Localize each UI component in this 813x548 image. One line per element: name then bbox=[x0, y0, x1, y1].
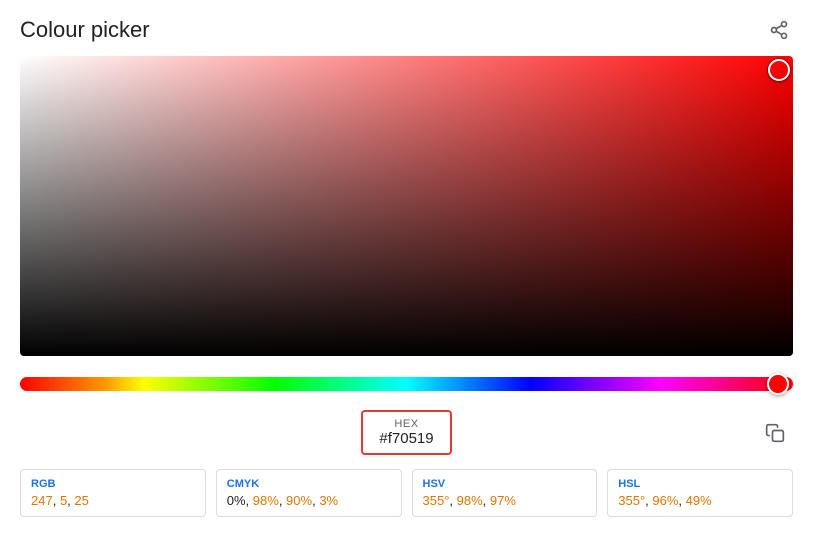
copy-button[interactable] bbox=[757, 415, 793, 451]
hex-section: HEX #f70519 bbox=[20, 410, 793, 455]
value-label-rgb: RGB bbox=[31, 478, 195, 490]
hex-value: #f70519 bbox=[379, 430, 433, 447]
value-box-cmyk: CMYK 0%, 98%, 90%, 3% bbox=[216, 469, 402, 517]
page-title: Colour picker bbox=[20, 17, 150, 43]
color-canvas[interactable] bbox=[20, 56, 793, 356]
header: Colour picker bbox=[20, 16, 793, 44]
value-text-hsv: 355°, 98%, 97% bbox=[423, 493, 587, 508]
hex-input-wrapper: HEX #f70519 bbox=[280, 410, 532, 455]
hue-thumb[interactable] bbox=[767, 373, 789, 395]
value-text-hsl: 355°, 96%, 49% bbox=[618, 493, 782, 508]
hex-label: HEX bbox=[379, 418, 433, 430]
value-box-hsl: HSL 355°, 96%, 49% bbox=[607, 469, 793, 517]
hue-track[interactable] bbox=[20, 377, 793, 391]
values-row: RGB 247, 5, 25 CMYK 0%, 98%, 90%, 3% HSV 355°… bbox=[20, 469, 793, 517]
value-text-cmyk: 0%, 98%, 90%, 3% bbox=[227, 493, 391, 508]
share-button[interactable] bbox=[765, 16, 793, 44]
value-box-rgb: RGB 247, 5, 25 bbox=[20, 469, 206, 517]
hue-slider-wrapper bbox=[20, 374, 793, 394]
color-thumb[interactable] bbox=[768, 59, 790, 81]
value-box-hsv: HSV 355°, 98%, 97% bbox=[412, 469, 598, 517]
colour-picker-card: Colour picker HEX #f70519 bbox=[0, 0, 813, 537]
value-label-hsv: HSV bbox=[423, 478, 587, 490]
value-text-rgb: 247, 5, 25 bbox=[31, 493, 195, 508]
hex-box[interactable]: HEX #f70519 bbox=[361, 410, 451, 455]
value-label-cmyk: CMYK bbox=[227, 478, 391, 490]
value-label-hsl: HSL bbox=[618, 478, 782, 490]
saturation-brightness-gradient bbox=[20, 56, 793, 356]
